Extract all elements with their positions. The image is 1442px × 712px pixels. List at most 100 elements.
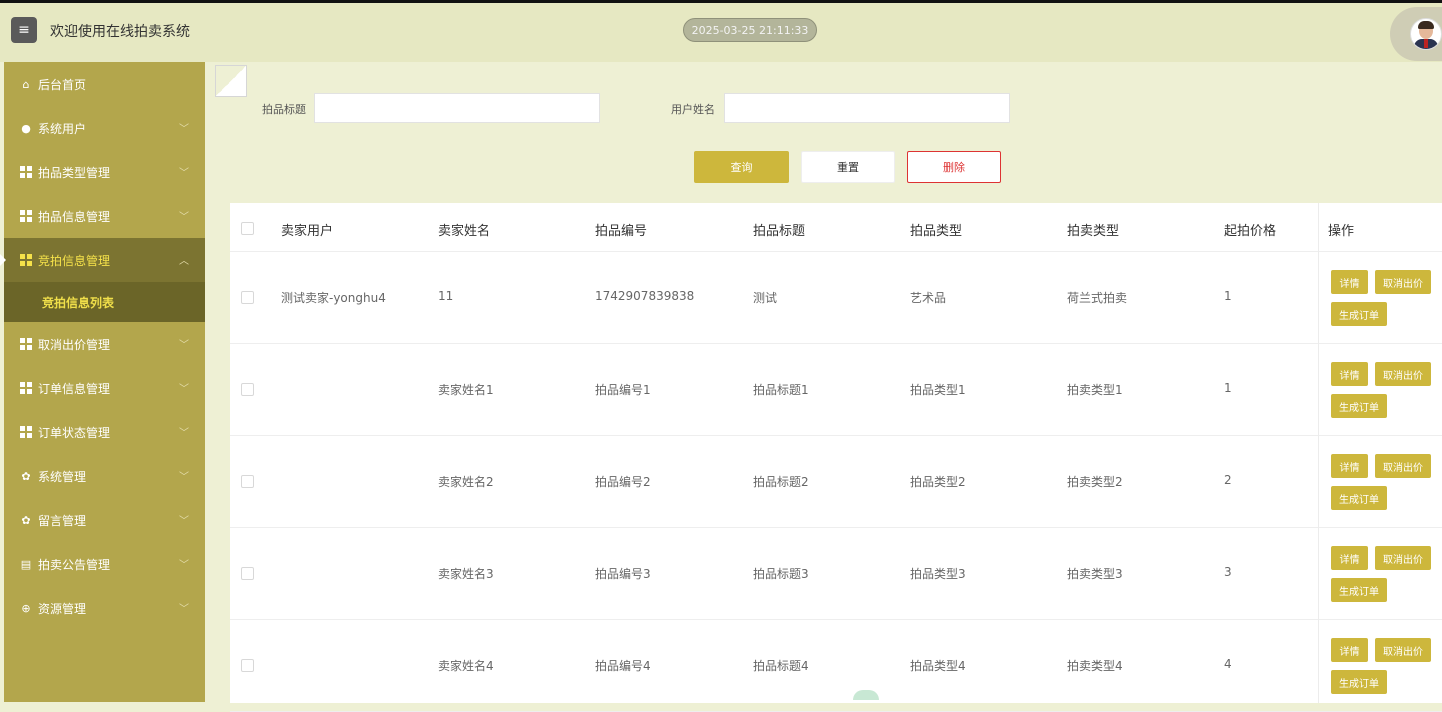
column-header[interactable]: 卖家用户	[281, 220, 333, 239]
create-order-button[interactable]: 生成订单	[1331, 302, 1387, 326]
document-icon: ▤	[20, 557, 32, 571]
datetime-display: 2025-03-25 21:11:33	[683, 18, 817, 42]
sidebar-item-item-info[interactable]: 拍品信息管理 ﹀	[4, 194, 205, 238]
column-header[interactable]: 卖家姓名	[438, 220, 490, 239]
cancel-bid-button[interactable]: 取消出价	[1375, 362, 1431, 386]
sidebar: ⌂ 后台首页 ● 系统用户 ﹀ 拍品类型管理 ﹀ 拍品信息管理 ﹀ 竞拍信息管理…	[0, 62, 205, 702]
delete-button[interactable]: 删除	[907, 151, 1001, 183]
sidebar-item-orders[interactable]: 订单信息管理 ﹀	[4, 366, 205, 410]
table-cell: 拍品标题2	[753, 475, 809, 489]
table-cell: 卖家姓名2	[438, 475, 494, 489]
cancel-bid-button[interactable]: 取消出价	[1375, 454, 1431, 478]
sidebar-item-label: 竞拍信息管理	[38, 253, 111, 268]
avatar[interactable]	[1410, 18, 1442, 50]
column-header[interactable]: 拍品编号	[595, 220, 647, 239]
row-checkbox[interactable]	[241, 659, 254, 672]
sidebar-item-messages[interactable]: ✿ 留言管理 ﹀	[4, 498, 205, 542]
active-marker	[0, 254, 6, 266]
table-cell: 拍卖类型3	[1067, 567, 1123, 581]
select-all-checkbox[interactable]	[241, 222, 254, 235]
table-cell: 卖家姓名1	[438, 383, 494, 397]
hamburger-icon: ≡	[18, 22, 30, 38]
sidebar-item-label: 留言管理	[38, 513, 87, 528]
column-header[interactable]: 拍品类型	[910, 220, 962, 239]
table-cell: 1	[1224, 289, 1232, 303]
table-cell: 拍品类型3	[910, 567, 966, 581]
cancel-bid-button[interactable]: 取消出价	[1375, 638, 1431, 662]
row-checkbox[interactable]	[241, 291, 254, 304]
table-cell: 艺术品	[910, 291, 947, 305]
bidding-table: 卖家用户 卖家姓名 拍品编号 拍品标题 拍品类型 拍卖类型 起拍价格 操作 测试…	[230, 203, 1442, 712]
table-cell: 1	[1224, 381, 1232, 395]
detail-button[interactable]: 详情	[1331, 362, 1368, 386]
sidebar-item-system-users[interactable]: ● 系统用户 ﹀	[4, 106, 205, 150]
cancel-bid-button[interactable]: 取消出价	[1375, 546, 1431, 570]
detail-button[interactable]: 详情	[1331, 270, 1368, 294]
table-row[interactable]: 卖家姓名3 拍品编号3 拍品标题3 拍品类型3 拍卖类型3 3 详情 取消出价 生成订单	[230, 527, 1442, 620]
table-cell: 2	[1224, 473, 1232, 487]
table-cell: 拍品编号1	[595, 383, 651, 397]
sidebar-item-cancel-bids[interactable]: 取消出价管理 ﹀	[4, 322, 205, 366]
table-header: 卖家用户 卖家姓名 拍品编号 拍品标题 拍品类型 拍卖类型 起拍价格 操作	[230, 203, 1442, 252]
menu-toggle-button[interactable]: ≡	[11, 17, 37, 43]
chevron-down-icon: ﹀	[179, 604, 189, 615]
table-row[interactable]: 卖家姓名4 拍品编号4 拍品标题4 拍品类型4 拍卖类型4 4 详情 取消出价 生成订单	[230, 619, 1442, 712]
search-label-user-name: 用户姓名	[671, 103, 715, 116]
item-title-input[interactable]	[314, 93, 600, 123]
sidebar-subitem-bidding-list[interactable]: 竞拍信息列表	[4, 282, 205, 322]
table-row[interactable]: 测试卖家-yonghu4 11 1742907839838 测试 艺术品 荷兰式拍卖 1 详情…	[230, 251, 1442, 344]
query-button[interactable]: 查询	[694, 151, 789, 183]
table-cell: 1742907839838	[595, 289, 695, 303]
cancel-bid-button[interactable]: 取消出价	[1375, 270, 1431, 294]
create-order-button[interactable]: 生成订单	[1331, 578, 1387, 602]
detail-button[interactable]: 详情	[1331, 638, 1368, 662]
row-checkbox[interactable]	[241, 383, 254, 396]
table-cell: 拍品标题1	[753, 383, 809, 397]
sidebar-item-bidding-info[interactable]: 竞拍信息管理 ︿	[0, 238, 205, 282]
home-icon: ⌂	[22, 77, 30, 91]
table-cell: 3	[1224, 565, 1232, 579]
table-cell: 4	[1224, 657, 1232, 671]
sidebar-item-label: 系统用户	[38, 121, 87, 136]
table-cell: 拍卖类型1	[1067, 383, 1123, 397]
reset-button[interactable]: 重置	[801, 151, 895, 183]
row-checkbox[interactable]	[241, 567, 254, 580]
grid-icon	[20, 210, 32, 222]
table-row[interactable]: 卖家姓名2 拍品编号2 拍品标题2 拍品类型2 拍卖类型2 2 详情 取消出价 生成订单	[230, 435, 1442, 528]
sidebar-item-home[interactable]: ⌂ 后台首页	[4, 62, 205, 106]
create-order-button[interactable]: 生成订单	[1331, 486, 1387, 510]
row-checkbox[interactable]	[241, 475, 254, 488]
sidebar-item-system-admin[interactable]: ✿ 系统管理 ﹀	[4, 454, 205, 498]
page-corner-decoration	[215, 65, 247, 97]
table-cell: 拍品编号4	[595, 659, 651, 673]
chevron-down-icon: ﹀	[179, 212, 189, 223]
sidebar-item-label: 订单信息管理	[38, 381, 111, 396]
table-cell: 测试卖家-yonghu4	[281, 291, 386, 305]
user-menu[interactable]	[1390, 7, 1442, 61]
table-cell: 拍卖类型2	[1067, 475, 1123, 489]
sidebar-item-order-status[interactable]: 订单状态管理 ﹀	[4, 410, 205, 454]
plus-circle-icon: ⊕	[21, 601, 31, 615]
gear-icon: ✿	[21, 513, 31, 527]
column-header[interactable]: 拍卖类型	[1067, 220, 1119, 239]
table-cell: 荷兰式拍卖	[1067, 291, 1128, 305]
create-order-button[interactable]: 生成订单	[1331, 394, 1387, 418]
operations-divider	[1318, 203, 1319, 703]
column-header[interactable]: 拍品标题	[753, 220, 805, 239]
sidebar-item-resources[interactable]: ⊕ 资源管理 ﹀	[4, 586, 205, 630]
user-name-input[interactable]	[724, 93, 1010, 123]
column-header: 操作	[1328, 224, 1355, 239]
gear-icon: ✿	[21, 469, 31, 483]
sidebar-item-announcements[interactable]: ▤ 拍卖公告管理 ﹀	[4, 542, 205, 586]
table-row[interactable]: 卖家姓名1 拍品编号1 拍品标题1 拍品类型1 拍卖类型1 1 详情 取消出价 生成订单	[230, 343, 1442, 436]
detail-button[interactable]: 详情	[1331, 454, 1368, 478]
detail-button[interactable]: 详情	[1331, 546, 1368, 570]
loading-indicator	[853, 690, 879, 700]
table-cell: 拍品标题3	[753, 567, 809, 581]
sidebar-item-item-types[interactable]: 拍品类型管理 ﹀	[4, 150, 205, 194]
create-order-button[interactable]: 生成订单	[1331, 670, 1387, 694]
grid-icon	[20, 254, 32, 266]
table-cell: 卖家姓名3	[438, 567, 494, 581]
column-header[interactable]: 起拍价格	[1224, 220, 1276, 239]
sidebar-item-label: 资源管理	[38, 601, 87, 616]
